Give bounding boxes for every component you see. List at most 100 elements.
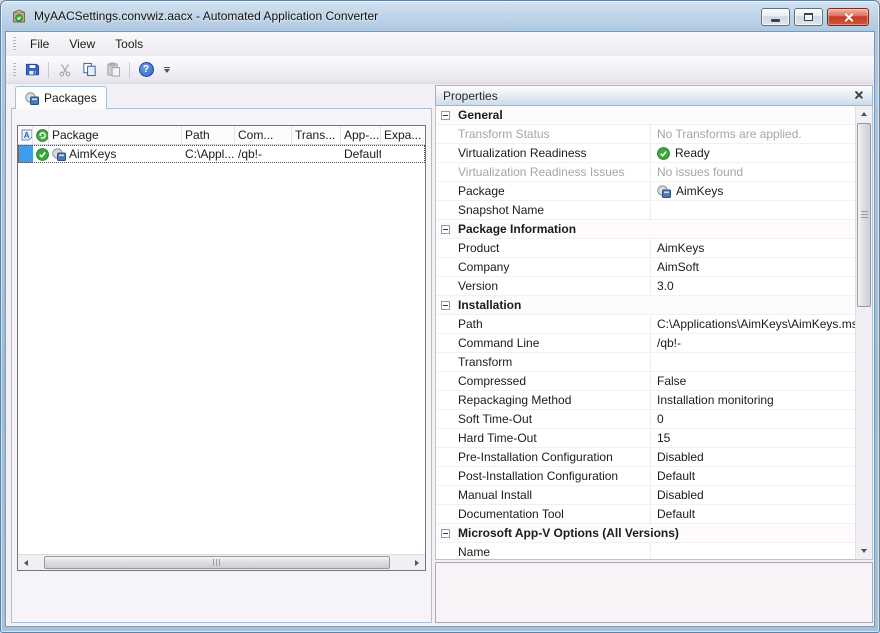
- property-row[interactable]: CompanyAimSoft: [436, 258, 855, 277]
- property-row[interactable]: Manual InstallDisabled: [436, 486, 855, 505]
- property-value[interactable]: AimKeys: [650, 239, 855, 257]
- paste-button[interactable]: [101, 59, 125, 81]
- column-header-flag[interactable]: A: [18, 126, 33, 144]
- cell-expand[interactable]: [381, 145, 418, 163]
- minimize-button[interactable]: [761, 8, 790, 26]
- cell-transform[interactable]: [292, 145, 341, 163]
- scroll-down-button[interactable]: [856, 543, 872, 559]
- column-header-appv[interactable]: App-...: [341, 126, 381, 144]
- property-value[interactable]: 3.0: [650, 277, 855, 295]
- menu-item-tools[interactable]: Tools: [105, 33, 153, 55]
- save-button[interactable]: [20, 59, 44, 81]
- property-value[interactable]: No Transforms are applied.: [650, 125, 855, 143]
- property-value[interactable]: C:\Applications\AimKeys\AimKeys.msi: [650, 315, 855, 333]
- package-row[interactable]: AimKeysC:\Appl.../qb!- Default: [18, 145, 425, 163]
- restore-button[interactable]: [794, 8, 823, 26]
- vertical-scrollbar-thumb[interactable]: [857, 123, 871, 307]
- menu-grip[interactable]: [13, 37, 16, 51]
- property-label: Name: [458, 545, 650, 559]
- property-value[interactable]: Installation monitoring: [650, 391, 855, 409]
- property-value[interactable]: Default: [650, 467, 855, 485]
- property-row[interactable]: Snapshot Name: [436, 201, 855, 220]
- cell-path[interactable]: C:\Appl...: [182, 145, 235, 163]
- property-label: Hard Time-Out: [458, 431, 650, 445]
- property-value[interactable]: 15: [650, 429, 855, 447]
- cut-button[interactable]: [53, 59, 77, 81]
- property-value[interactable]: AimKeys: [650, 182, 855, 200]
- close-button[interactable]: [827, 8, 869, 26]
- collapse-icon[interactable]: [441, 301, 450, 310]
- property-value[interactable]: Disabled: [650, 448, 855, 466]
- help-button[interactable]: ?: [134, 59, 158, 81]
- cell-refresh[interactable]: [33, 145, 49, 163]
- package-icon: [657, 185, 671, 198]
- property-value[interactable]: 0: [650, 410, 855, 428]
- toolbar-overflow-button[interactable]: [160, 59, 173, 81]
- property-row[interactable]: Soft Time-Out0: [436, 410, 855, 429]
- properties-title: Properties: [443, 89, 851, 103]
- property-row[interactable]: Virtualization ReadinessReady: [436, 144, 855, 163]
- properties-close-icon: [854, 91, 863, 100]
- property-value[interactable]: Ready: [650, 144, 855, 162]
- toolbar-grip[interactable]: [13, 63, 16, 77]
- property-row[interactable]: Post-Installation ConfigurationDefault: [436, 467, 855, 486]
- scroll-right-button[interactable]: [409, 555, 425, 570]
- property-value[interactable]: No issues found: [650, 163, 855, 181]
- property-group-header[interactable]: Installation: [436, 296, 855, 315]
- property-value[interactable]: AimSoft: [650, 258, 855, 276]
- property-value[interactable]: Default: [650, 505, 855, 523]
- property-row[interactable]: Pre-Installation ConfigurationDisabled: [436, 448, 855, 467]
- column-header-transform[interactable]: Trans...: [292, 126, 341, 144]
- property-row[interactable]: Hard Time-Out15: [436, 429, 855, 448]
- column-header-package[interactable]: Package: [49, 126, 182, 144]
- collapse-icon[interactable]: [441, 225, 450, 234]
- cell-flag[interactable]: [18, 145, 33, 163]
- property-row[interactable]: PathC:\Applications\AimKeys\AimKeys.msi: [436, 315, 855, 334]
- save-icon: [25, 62, 40, 77]
- property-row[interactable]: Command Line/qb!-: [436, 334, 855, 353]
- menu-item-file[interactable]: File: [20, 33, 59, 55]
- property-group-header[interactable]: Microsoft App-V Options (All Versions): [436, 524, 855, 543]
- property-label: Post-Installation Configuration: [458, 469, 650, 483]
- cell-package[interactable]: AimKeys: [49, 145, 182, 163]
- properties-close-button[interactable]: [851, 89, 865, 103]
- property-value[interactable]: Disabled: [650, 486, 855, 504]
- column-header-refresh[interactable]: [33, 126, 49, 144]
- horizontal-scrollbar-thumb[interactable]: [44, 556, 390, 569]
- property-row[interactable]: CompressedFalse: [436, 372, 855, 391]
- scroll-up-button[interactable]: [856, 106, 872, 122]
- collapse-icon[interactable]: [441, 111, 450, 120]
- property-label: Package: [458, 184, 650, 198]
- restore-icon: [804, 13, 813, 21]
- property-row[interactable]: Transform: [436, 353, 855, 372]
- property-value[interactable]: [650, 353, 855, 371]
- tab-packages[interactable]: Packages: [15, 86, 107, 109]
- column-header-path[interactable]: Path: [182, 126, 235, 144]
- property-row[interactable]: Documentation ToolDefault: [436, 505, 855, 524]
- menu-item-view[interactable]: View: [59, 33, 105, 55]
- property-value[interactable]: [650, 201, 855, 219]
- column-header-command[interactable]: Com...: [235, 126, 292, 144]
- property-group-header[interactable]: General: [436, 106, 855, 125]
- property-row[interactable]: PackageAimKeys: [436, 182, 855, 201]
- property-value[interactable]: False: [650, 372, 855, 390]
- property-row[interactable]: Transform StatusNo Transforms are applie…: [436, 125, 855, 144]
- copy-button[interactable]: [77, 59, 101, 81]
- cell-command[interactable]: /qb!-: [235, 145, 292, 163]
- property-value[interactable]: /qb!-: [650, 334, 855, 352]
- window-title: MyAACSettings.convwiz.aacx - Automated A…: [34, 9, 378, 23]
- vertical-scrollbar[interactable]: [855, 106, 872, 559]
- horizontal-scrollbar[interactable]: [18, 554, 425, 570]
- scroll-left-button[interactable]: [18, 555, 34, 570]
- property-row[interactable]: Virtualization Readiness IssuesNo issues…: [436, 163, 855, 182]
- collapse-icon[interactable]: [441, 529, 450, 538]
- column-header-expand[interactable]: Expa...: [381, 126, 425, 144]
- property-row[interactable]: ProductAimKeys: [436, 239, 855, 258]
- property-group-header[interactable]: Package Information: [436, 220, 855, 239]
- property-row[interactable]: Repackaging MethodInstallation monitorin…: [436, 391, 855, 410]
- property-row[interactable]: Name: [436, 543, 855, 559]
- cell-appv[interactable]: Default: [341, 145, 381, 163]
- title-bar[interactable]: MyAACSettings.convwiz.aacx - Automated A…: [5, 1, 875, 31]
- property-row[interactable]: Version3.0: [436, 277, 855, 296]
- property-value[interactable]: [650, 543, 855, 559]
